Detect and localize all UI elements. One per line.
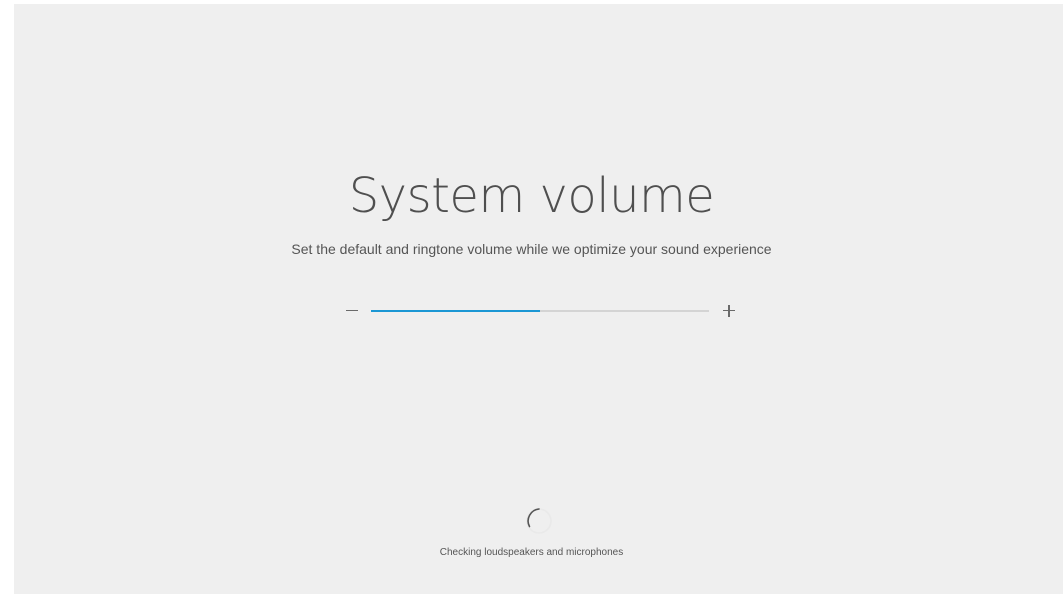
volume-slider[interactable]: [371, 305, 709, 317]
loading-spinner-icon: [526, 508, 552, 534]
status-text: Checking loudspeakers and microphones: [439, 547, 624, 558]
volume-slider-fill: [371, 310, 540, 312]
page-title: System volume: [348, 168, 715, 224]
volume-increase-button[interactable]: [717, 299, 741, 323]
page-subtitle: Set the default and ringtone volume whil…: [291, 241, 772, 257]
plus-icon: [728, 305, 730, 317]
volume-decrease-button[interactable]: [340, 299, 364, 323]
minus-icon: [346, 310, 358, 312]
